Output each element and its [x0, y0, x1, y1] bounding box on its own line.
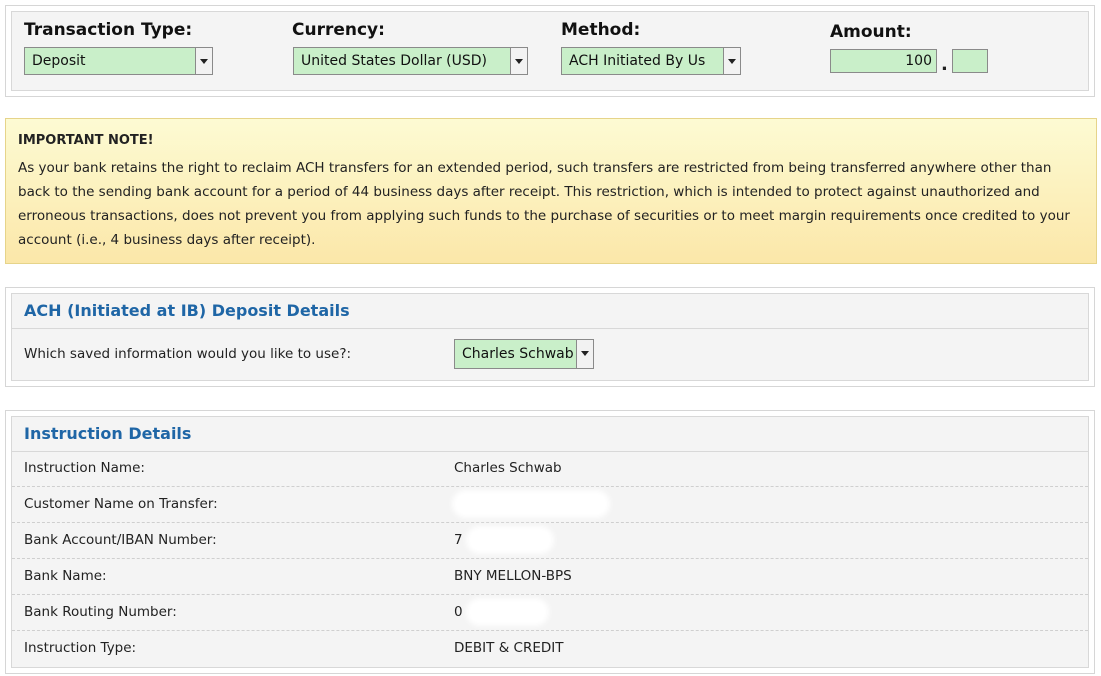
saved-info-question: Which saved information would you like t…	[24, 346, 352, 362]
amount-label: Amount:	[830, 22, 912, 42]
table-row: Instruction Type: DEBIT & CREDIT	[12, 630, 1088, 665]
redacted-value	[470, 530, 550, 550]
saved-info-select[interactable]: Charles Schwab	[454, 339, 594, 369]
amount-cents-input[interactable]	[952, 49, 988, 73]
deposit-details-title: ACH (Initiated at IB) Deposit Details	[12, 294, 1088, 329]
deposit-details-inner: ACH (Initiated at IB) Deposit Details Wh…	[11, 293, 1089, 381]
redacted-value	[470, 602, 545, 622]
method-label: Method:	[561, 20, 641, 40]
row-value: 7	[454, 532, 463, 548]
chevron-down-icon[interactable]	[723, 48, 740, 74]
row-key: Bank Routing Number:	[24, 604, 177, 620]
currency-value: United States Dollar (USD)	[301, 53, 487, 69]
instruction-details-title: Instruction Details	[12, 417, 1088, 452]
transaction-type-label: Transaction Type:	[24, 20, 193, 40]
chevron-down-icon[interactable]	[576, 340, 593, 368]
instruction-details-panel: Instruction Details Instruction Name: Ch…	[5, 410, 1095, 674]
note-body: As your bank retains the right to reclai…	[18, 160, 1070, 248]
row-key: Bank Account/IBAN Number:	[24, 532, 217, 548]
saved-info-value: Charles Schwab	[462, 346, 574, 362]
transaction-type-select[interactable]: Deposit	[24, 47, 213, 75]
instruction-details-inner: Instruction Details Instruction Name: Ch…	[11, 416, 1089, 668]
row-value: 0	[454, 604, 463, 620]
transaction-form-inner: Transaction Type: Deposit Currency: Unit…	[11, 11, 1089, 91]
method-select[interactable]: ACH Initiated By Us	[561, 47, 741, 75]
table-row: Bank Name: BNY MELLON-BPS	[12, 558, 1088, 593]
important-note: IMPORTANT NOTE! As your bank retains the…	[5, 118, 1097, 264]
transaction-form-panel: Transaction Type: Deposit Currency: Unit…	[5, 5, 1095, 97]
row-key: Instruction Name:	[24, 460, 145, 476]
row-key: Instruction Type:	[24, 640, 137, 656]
amount-decimal-separator: .	[941, 54, 948, 75]
row-key: Customer Name on Transfer:	[24, 496, 218, 512]
currency-select[interactable]: United States Dollar (USD)	[293, 47, 528, 75]
chevron-down-icon[interactable]	[510, 48, 527, 74]
method-value: ACH Initiated By Us	[569, 53, 706, 69]
row-value: BNY MELLON-BPS	[454, 568, 572, 584]
row-value: Charles Schwab	[454, 460, 562, 476]
note-title: IMPORTANT NOTE!	[18, 133, 154, 148]
redacted-value	[456, 494, 606, 514]
table-row: Customer Name on Transfer:	[12, 486, 1088, 521]
deposit-details-panel: ACH (Initiated at IB) Deposit Details Wh…	[5, 287, 1095, 387]
row-value: DEBIT & CREDIT	[454, 640, 564, 656]
table-row: Bank Account/IBAN Number: 7	[12, 522, 1088, 557]
amount-whole-input[interactable]: 100	[830, 49, 937, 73]
row-key: Bank Name:	[24, 568, 107, 584]
table-row: Bank Routing Number: 0	[12, 594, 1088, 629]
table-row: Instruction Name: Charles Schwab	[12, 451, 1088, 486]
currency-label: Currency:	[292, 20, 385, 40]
chevron-down-icon[interactable]	[195, 48, 212, 74]
transaction-type-value: Deposit	[32, 53, 86, 69]
